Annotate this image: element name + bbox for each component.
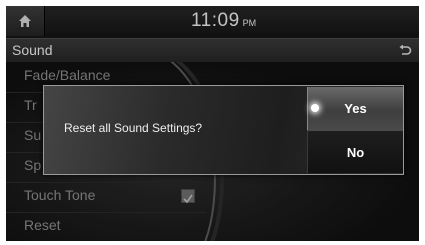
- menu-item-label: Fade/Balance: [24, 67, 111, 83]
- back-arrow-icon: [399, 44, 412, 55]
- title-bar: Sound: [6, 38, 419, 62]
- yes-button-label: Yes: [344, 101, 367, 116]
- no-button[interactable]: No: [307, 130, 403, 173]
- yes-button[interactable]: Yes: [307, 87, 403, 130]
- focus-indicator-dot: [311, 104, 319, 112]
- menu-item-touch-tone[interactable]: Touch Tone: [6, 182, 206, 213]
- menu-item-reset[interactable]: Reset: [6, 212, 206, 241]
- clock: 11:09 PM: [191, 10, 256, 36]
- reset-confirm-dialog: Reset all Sound Settings? Yes No: [43, 85, 404, 175]
- touch-tone-checkbox[interactable]: [181, 189, 195, 204]
- home-icon: [19, 15, 31, 27]
- menu-item-label: Touch Tone: [24, 187, 96, 203]
- page-title: Sound: [12, 42, 53, 58]
- dialog-message: Reset all Sound Settings?: [64, 121, 203, 135]
- menu-item-label: Tr: [24, 97, 37, 113]
- back-button[interactable]: [391, 39, 419, 62]
- head-unit-screen: 11:09 PM Sound Fade/Balance Tr Su Sp Tou…: [6, 6, 419, 241]
- clock-time: 11:09: [191, 10, 240, 31]
- status-bar: 11:09 PM: [6, 6, 419, 38]
- menu-item-label: Su: [24, 127, 42, 143]
- checkmark-icon: [183, 194, 193, 204]
- menu-item-label: Sp: [24, 157, 42, 173]
- no-button-label: No: [346, 144, 365, 160]
- menu-item-label: Reset: [24, 217, 61, 233]
- home-button[interactable]: [6, 6, 45, 36]
- clock-ampm: PM: [242, 18, 257, 28]
